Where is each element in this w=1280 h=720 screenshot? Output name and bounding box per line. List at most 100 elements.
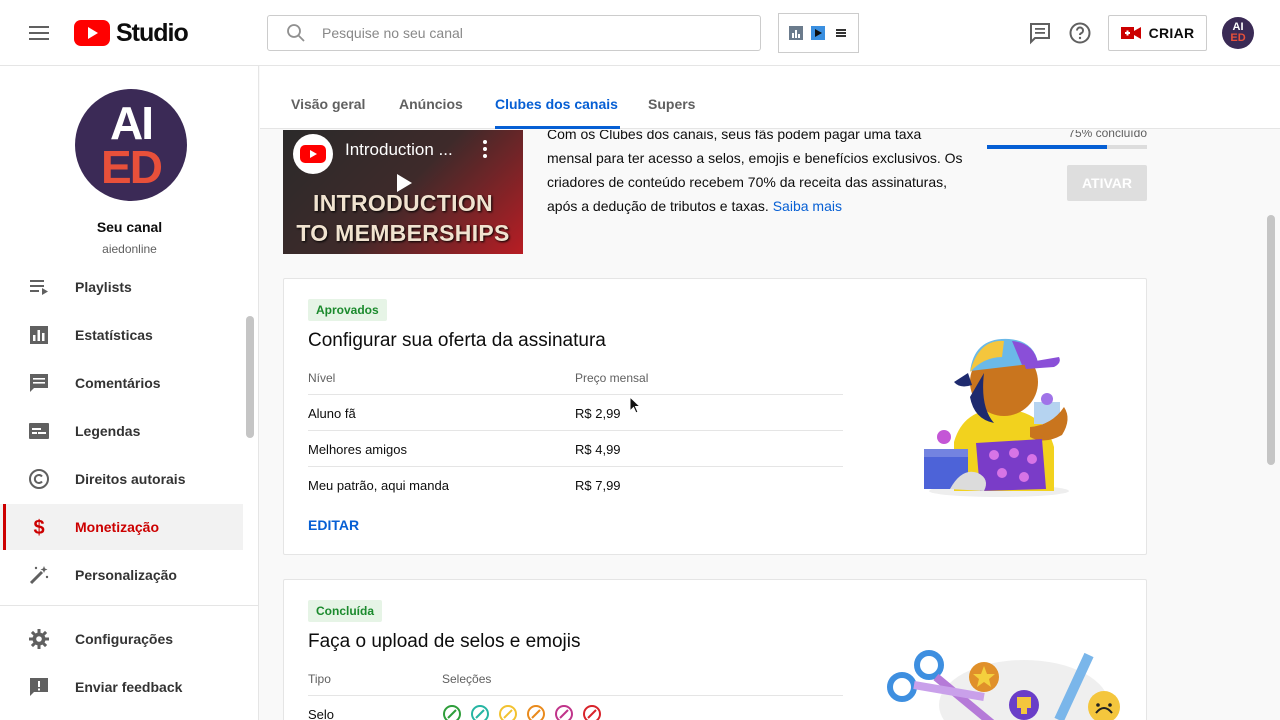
level-name: Meu patrão, aqui manda: [308, 478, 449, 493]
card-title: Configurar sua oferta da assinatura: [308, 330, 606, 351]
logo-text: Studio: [116, 18, 189, 47]
table-row: Meu patrão, aqui manda R$ 7,99: [308, 466, 843, 502]
channel-avatar-text-top: AI: [110, 97, 154, 149]
sidebar-item-comments[interactable]: Comentários: [0, 360, 243, 406]
sidebar-item-playlists[interactable]: Playlists: [0, 264, 243, 310]
sidebar-item-label: Direitos autorais: [75, 471, 186, 487]
sidebar-item-label: Monetização: [75, 519, 160, 535]
level-price: R$ 7,99: [575, 478, 621, 493]
create-button[interactable]: CRIAR: [1108, 15, 1207, 51]
channel-name: Seu canal: [96, 219, 163, 235]
sidebar-item-label: Legendas: [75, 423, 141, 439]
search-icon: [287, 24, 305, 42]
magic-wand-icon: [29, 566, 49, 585]
badge-icon: [499, 705, 517, 720]
help-icon[interactable]: [1068, 21, 1092, 45]
memberships-description: Com os Clubes dos canais, seus fãs podem…: [547, 130, 967, 218]
table-row: Melhores amigos R$ 4,99: [308, 430, 843, 466]
sidebar-item-label: Configurações: [75, 631, 174, 647]
column-header-price: Preço mensal: [575, 371, 649, 385]
tab-channel-memberships[interactable]: Clubes dos canais: [495, 96, 618, 112]
column-header-level: Nível: [308, 371, 336, 385]
extension-toolbar: [778, 13, 859, 53]
comments-icon: [30, 374, 48, 392]
activate-button[interactable]: ATIVAR: [1067, 165, 1147, 201]
avatar-text-bottom: ED: [1230, 32, 1246, 44]
chart-extension-icon[interactable]: [788, 25, 804, 41]
copyright-icon: [29, 469, 49, 489]
table-row: Selo: [308, 695, 843, 720]
sidebar-divider: [0, 605, 259, 606]
search-bar[interactable]: [267, 15, 761, 51]
learn-more-link[interactable]: Saiba mais: [773, 198, 842, 214]
channel-avatar-text-bottom: ED: [101, 141, 163, 193]
create-label: CRIAR: [1148, 25, 1195, 41]
top-bar: Studio CRIAR: [0, 0, 1280, 66]
column-header-selections: Seleções: [442, 672, 492, 686]
account-avatar[interactable]: AI ED: [1222, 17, 1254, 49]
dollar-icon: $: [33, 517, 44, 538]
gear-icon: [29, 629, 49, 649]
svg-text:$: $: [33, 517, 44, 538]
progress-fill: [987, 145, 1107, 149]
sidebar-scrollbar[interactable]: [246, 316, 254, 438]
sidebar: AI ED Seu canal aiedonline Playlists Est…: [0, 66, 259, 720]
card-title: Faça o upload de selos e emojis: [308, 631, 581, 652]
subscription-offer-card: Aprovados Configurar sua oferta da assin…: [283, 278, 1147, 555]
badge-icon: [555, 705, 573, 720]
progress-bar: [987, 145, 1147, 149]
feedback-icon: [30, 678, 48, 696]
active-tab-indicator: [495, 126, 620, 129]
badge-selection-icons: [443, 705, 601, 720]
badge-icon: [471, 705, 489, 720]
list-extension-icon[interactable]: [833, 25, 849, 41]
progress-label: 75% concluído: [1068, 130, 1147, 140]
badges-emojis-illustration: [887, 650, 1120, 720]
menu-icon[interactable]: [22, 21, 56, 45]
description-text: Com os Clubes dos canais, seus fãs podem…: [547, 130, 963, 214]
video-title: Introduction ...: [345, 140, 453, 159]
sidebar-item-monetization[interactable]: $ Monetização: [0, 504, 243, 550]
channel-avatar[interactable]: AI ED: [75, 89, 187, 201]
edit-button[interactable]: EDITAR: [308, 517, 359, 533]
intro-video-thumbnail[interactable]: Introduction ... INTRODUCTION TO MEMBERS…: [283, 130, 523, 254]
main-scrollbar[interactable]: [1267, 215, 1275, 465]
column-header-type: Tipo: [308, 672, 331, 686]
sidebar-item-settings[interactable]: Configurações: [0, 616, 243, 662]
tab-supers[interactable]: Supers: [648, 96, 695, 112]
gift-person-illustration: [924, 338, 1069, 497]
tab-overview[interactable]: Visão geral: [291, 96, 365, 112]
youtube-logo-icon: [74, 20, 110, 46]
search-input[interactable]: [322, 25, 742, 41]
level-price: R$ 4,99: [575, 442, 621, 457]
sidebar-item-analytics[interactable]: Estatísticas: [0, 312, 243, 358]
playlist-icon: [30, 280, 48, 295]
monetization-tabs: Visão geral Anúncios Clubes dos canais S…: [260, 66, 1280, 129]
sidebar-item-label: Playlists: [75, 279, 132, 295]
mouse-cursor-icon: [629, 396, 641, 414]
sidebar-item-label: Estatísticas: [75, 327, 153, 343]
badge-icon: [583, 705, 601, 720]
sidebar-item-subtitles[interactable]: Legendas: [0, 408, 243, 454]
status-badge: Concluída: [308, 600, 383, 622]
sidebar-item-send-feedback[interactable]: Enviar feedback: [0, 664, 243, 710]
channel-handle: aiedonline: [102, 242, 157, 256]
youtube-studio-logo[interactable]: Studio: [74, 18, 189, 47]
video-banner-line2: TO MEMBERSHIPS: [296, 220, 510, 246]
more-vert-icon[interactable]: [481, 138, 489, 160]
youtube-logo-icon: [300, 145, 326, 163]
sidebar-item-copyright[interactable]: Direitos autorais: [0, 456, 243, 502]
feedback-icon[interactable]: [1028, 21, 1052, 45]
video-banner-line1: INTRODUCTION: [313, 190, 493, 216]
analytics-icon: [30, 326, 48, 344]
youtube-channel-icon: [293, 134, 333, 174]
sidebar-item-customization[interactable]: Personalização: [0, 552, 243, 598]
row-type: Selo: [308, 707, 335, 720]
level-name: Aluno fã: [308, 406, 356, 421]
tab-ads[interactable]: Anúncios: [399, 96, 463, 112]
badge-icon: [527, 705, 545, 720]
badges-emojis-card: Concluída Faça o upload de selos e emoji…: [283, 579, 1147, 720]
video-camera-icon: [1120, 27, 1141, 39]
play-extension-icon[interactable]: [810, 25, 826, 41]
main-content: Introduction ... INTRODUCTION TO MEMBERS…: [260, 130, 1280, 720]
